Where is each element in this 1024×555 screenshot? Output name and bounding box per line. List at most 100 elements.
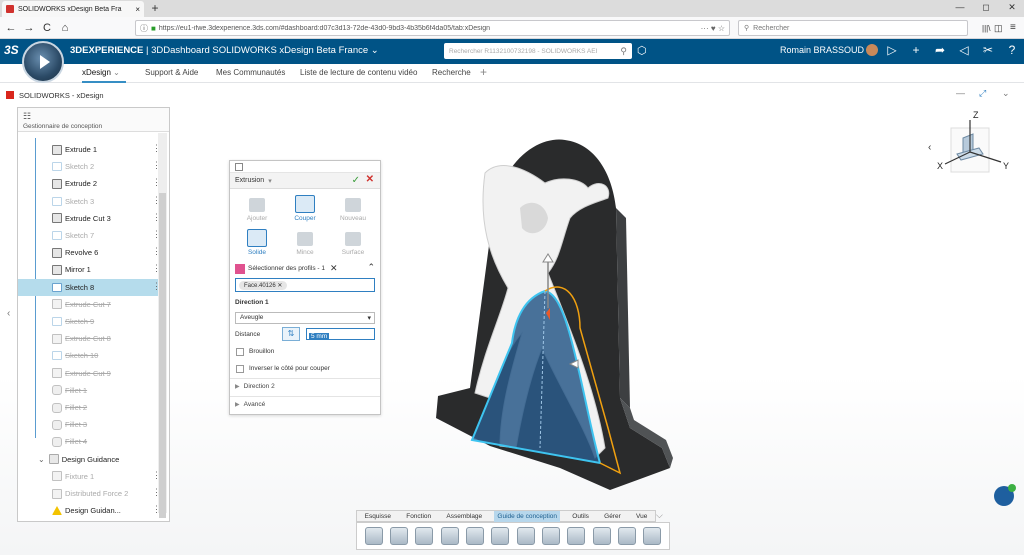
- minimize-widget-button[interactable]: —: [956, 88, 965, 98]
- chevron-down-icon[interactable]: ▾: [268, 177, 272, 185]
- chevron-down-icon[interactable]: ⌄: [371, 45, 379, 56]
- tree-item[interactable]: Sketch 3 ⋮: [18, 193, 161, 210]
- ok-button[interactable]: ✓: [352, 175, 360, 186]
- tree-item[interactable]: Fixture 1 ⋮: [18, 468, 161, 485]
- tree-item[interactable]: Fillet 2: [18, 399, 158, 416]
- revolve-icon[interactable]: [415, 527, 434, 545]
- type-surface[interactable]: Surface: [330, 228, 376, 262]
- type-thin[interactable]: Mince: [282, 228, 328, 262]
- platform-search-input[interactable]: Rechercher R1132100732198 - SOLIDWORKS A…: [444, 43, 632, 59]
- tree-item[interactable]: Extrude 1 ⋮: [18, 141, 161, 158]
- extrude-cut-icon[interactable]: [389, 527, 408, 545]
- action-tab[interactable]: Outils: [569, 511, 592, 522]
- cancel-button[interactable]: ✕: [366, 174, 374, 185]
- new-tab-button[interactable]: +: [148, 2, 162, 15]
- avatar[interactable]: [866, 44, 878, 56]
- chevron-down-icon[interactable]: ⌄: [113, 68, 120, 77]
- close-tab-icon[interactable]: ×: [135, 5, 140, 14]
- more-options-icon[interactable]: ⋮: [152, 281, 161, 290]
- tab-video-playlist[interactable]: Liste de lecture de contenu vidéo: [300, 68, 417, 77]
- sketch-icon[interactable]: [516, 527, 535, 545]
- section-icon[interactable]: [617, 527, 636, 545]
- forward-icon[interactable]: ➦: [932, 43, 948, 57]
- tree-item[interactable]: Sketch 2 ⋮: [18, 158, 161, 175]
- more-options-icon[interactable]: ⋮: [152, 161, 161, 170]
- more-options-icon[interactable]: ⋮: [152, 230, 161, 239]
- dimension-icon[interactable]: [541, 527, 560, 545]
- network-icon[interactable]: ◁: [956, 43, 972, 57]
- selected-face-chip[interactable]: Face.40126 ✕: [239, 280, 288, 290]
- sweep-icon[interactable]: [440, 527, 459, 545]
- tree-item[interactable]: ⌄ Design Guidance: [18, 451, 158, 468]
- tree-icon[interactable]: ☷: [23, 111, 31, 122]
- help-icon[interactable]: ?: [1004, 43, 1020, 57]
- tab-search[interactable]: Recherche: [432, 68, 471, 77]
- forward-button[interactable]: →: [22, 21, 36, 35]
- widget-menu-button[interactable]: ⌄: [1002, 88, 1010, 99]
- render-icon[interactable]: [643, 527, 662, 545]
- more-options-icon[interactable]: ⋮: [152, 247, 161, 256]
- op-add[interactable]: Ajouter: [234, 194, 280, 228]
- more-options-icon[interactable]: ⋮: [152, 488, 161, 497]
- chevron-down-icon[interactable]: ⌄: [38, 455, 45, 464]
- search-icon[interactable]: ⚲: [620, 46, 627, 57]
- tree-item[interactable]: Extrude Cut 9: [18, 365, 158, 382]
- tree-item[interactable]: Revolve 6 ⋮: [18, 244, 161, 261]
- back-button[interactable]: ←: [4, 21, 18, 35]
- profile-selector[interactable]: Sélectionner des profils - 1 ✕ ⌃: [235, 262, 375, 275]
- measure-icon[interactable]: [567, 527, 586, 545]
- direction2-section[interactable]: ▶ Direction 2: [235, 383, 275, 390]
- more-options-icon[interactable]: ⋮: [152, 470, 161, 479]
- 3d-model[interactable]: [430, 128, 700, 498]
- draft-checkbox[interactable]: [236, 348, 244, 356]
- chevron-up-icon[interactable]: ⌃: [367, 262, 375, 273]
- tree-item[interactable]: Extrude Cut 3 ⋮: [18, 210, 161, 227]
- tree-item[interactable]: Mirror 1 ⋮: [18, 261, 161, 278]
- tree-item[interactable]: Distributed Force 2 ⋮: [18, 485, 161, 502]
- end-condition-select[interactable]: Aveugle ▾: [235, 312, 375, 324]
- more-options-icon[interactable]: ⋮: [152, 212, 161, 221]
- chat-icon[interactable]: [994, 484, 1016, 506]
- clear-selection-icon[interactable]: ✕: [330, 263, 338, 274]
- sidebar-icon[interactable]: ◫: [994, 23, 1003, 34]
- compass-icon[interactable]: [22, 41, 64, 83]
- action-tab[interactable]: Gérer: [601, 511, 624, 522]
- menu-icon[interactable]: ≡: [1010, 22, 1016, 33]
- more-options-icon[interactable]: ⋮: [152, 505, 161, 514]
- home-button[interactable]: ⌂: [58, 21, 72, 35]
- undo-icon[interactable]: [465, 527, 484, 545]
- tab-support[interactable]: Support & Aide: [145, 68, 198, 77]
- tree-item[interactable]: Fillet 1: [18, 382, 158, 399]
- flip-side-checkbox[interactable]: [236, 365, 244, 373]
- add-icon[interactable]: +: [908, 43, 924, 57]
- action-tab[interactable]: Esquisse: [362, 511, 394, 522]
- reload-button[interactable]: C: [40, 21, 54, 35]
- maximize-window-button[interactable]: ◻: [976, 2, 996, 13]
- tag-icon[interactable]: ⬡: [637, 44, 647, 57]
- type-solid[interactable]: Solide: [234, 228, 280, 262]
- close-window-button[interactable]: ✕: [1002, 2, 1022, 13]
- action-tab[interactable]: Vue: [633, 511, 650, 522]
- share-icon[interactable]: ▷: [884, 43, 900, 57]
- page-actions[interactable]: ··· ♥ ☆: [701, 24, 725, 33]
- action-tab[interactable]: Assemblage: [443, 511, 485, 522]
- restore-widget-button[interactable]: ⤢: [979, 88, 986, 99]
- tree-item[interactable]: Fillet 3: [18, 416, 158, 433]
- more-options-icon[interactable]: ⋮: [152, 264, 161, 273]
- view-triad[interactable]: Z X Y: [925, 108, 1015, 183]
- pin-icon[interactable]: [235, 163, 243, 171]
- address-bar[interactable]: ⓘ ■ https://eu1-ifwe.3dexperience.3ds.co…: [135, 20, 730, 36]
- tree-item[interactable]: Sketch 7 ⋮: [18, 227, 161, 244]
- collapse-panel-icon[interactable]: ‹: [7, 308, 10, 319]
- tree-item[interactable]: Design Guidan... ⋮: [18, 502, 161, 519]
- advanced-section[interactable]: ▶ Avancé: [235, 401, 265, 408]
- flip-direction-button[interactable]: ⇅: [282, 327, 300, 341]
- minimize-window-button[interactable]: —: [950, 2, 970, 12]
- selection-box[interactable]: Face.40126 ✕: [235, 278, 375, 292]
- view-icon[interactable]: [592, 527, 611, 545]
- library-icon[interactable]: |||\: [982, 24, 990, 33]
- action-tab[interactable]: Guide de conception: [494, 510, 561, 522]
- more-options-icon[interactable]: ⋮: [152, 195, 161, 204]
- tools-icon[interactable]: ✂: [980, 43, 996, 57]
- tree-item[interactable]: Extrude Cut 7: [18, 296, 158, 313]
